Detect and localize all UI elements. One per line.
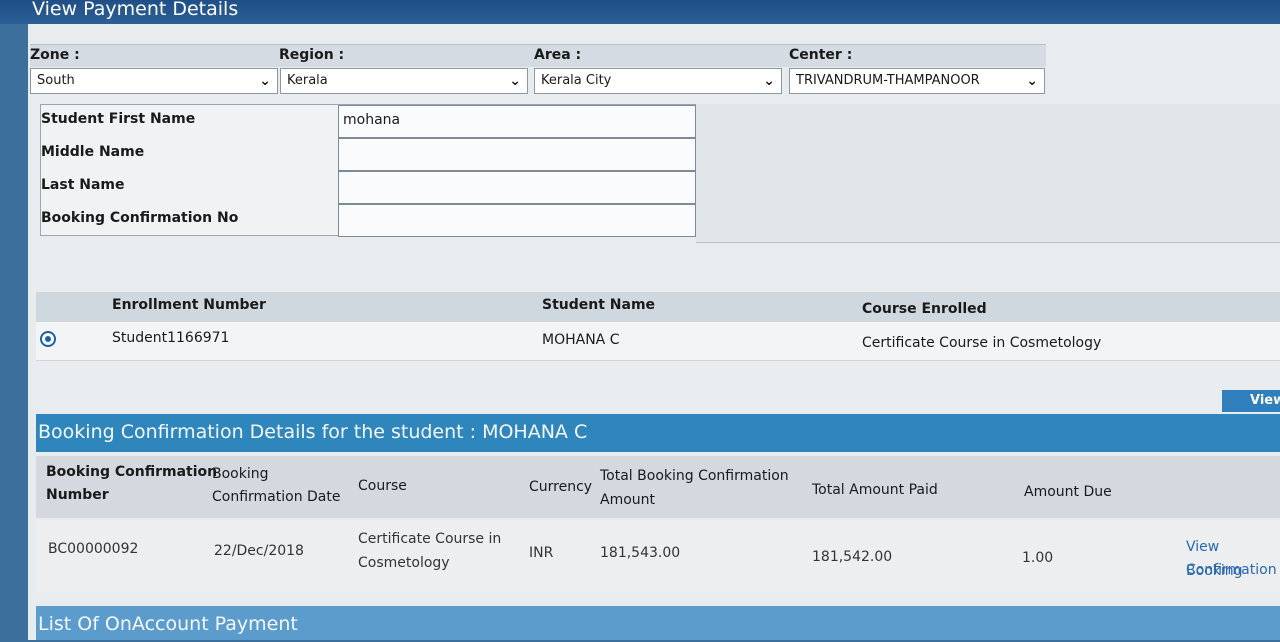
booking-table-header: Booking Confirmation Number Booking Conf… <box>36 456 1280 518</box>
search-area-background <box>696 104 1280 243</box>
view-button[interactable]: View <box>1222 390 1280 412</box>
table-row[interactable]: Student1166971 MOHANA C Certificate Cour… <box>36 322 1280 361</box>
page-title: View Payment Details <box>0 0 1280 24</box>
table-row: BC00000092 22/Dec/2018 Certificate Cours… <box>36 520 1280 592</box>
center-select[interactable]: TRIVANDRUM-THAMPANOOR ⌄ <box>789 68 1045 94</box>
zone-label: Zone : <box>30 47 80 63</box>
bc-currency: INR <box>529 545 554 561</box>
bc-course-l1: Certificate Course in <box>358 531 502 547</box>
middle-name-label: Middle Name <box>41 144 145 160</box>
chevron-down-icon: ⌄ <box>509 73 521 89</box>
enrollment-number: Student1166971 <box>112 330 230 346</box>
view-booking-link-l2[interactable]: Confirmation <box>1186 558 1277 582</box>
col-bc-number-l1: Booking Confirmation <box>46 464 218 480</box>
last-name-label: Last Name <box>41 177 125 193</box>
col-due: Amount Due <box>1024 484 1112 500</box>
region-select[interactable]: Kerala ⌄ <box>280 68 528 94</box>
area-label: Area : <box>534 47 582 63</box>
zone-select[interactable]: South ⌄ <box>30 68 278 94</box>
student-search-form: Student First Name mohana Middle Name La… <box>40 104 696 237</box>
bc-course-l2: Cosmetology <box>358 555 450 571</box>
bc-number: BC00000092 <box>48 541 139 557</box>
col-course-enrolled: Course Enrolled <box>862 301 987 317</box>
first-name-input[interactable]: mohana <box>338 105 696 138</box>
col-currency: Currency <box>529 479 593 495</box>
center-label: Center : <box>789 47 853 63</box>
filter-labels-row: Zone : Region : Area : Center : <box>30 44 1046 67</box>
booking-no-input[interactable] <box>338 204 696 237</box>
row-select-radio[interactable] <box>40 331 56 347</box>
col-course: Course <box>358 478 407 494</box>
col-student-name: Student Name <box>542 297 656 313</box>
course-enrolled: Certificate Course in Cosmetology <box>862 335 1102 351</box>
bc-total: 181,543.00 <box>600 545 681 561</box>
booking-no-label: Booking Confirmation No <box>41 210 239 226</box>
region-label: Region : <box>279 47 345 63</box>
zone-value: South <box>37 73 75 88</box>
col-total-l1: Total Booking Confirmation <box>600 468 789 484</box>
area-value: Kerala City <box>541 73 612 88</box>
bc-date: 22/Dec/2018 <box>214 543 304 559</box>
onaccount-section-title: List Of OnAccount Payment <box>36 606 1280 640</box>
student-name: MOHANA C <box>542 332 620 348</box>
bc-due: 1.00 <box>1022 550 1054 566</box>
bc-paid: 181,542.00 <box>812 549 893 565</box>
booking-section-title: Booking Confirmation Details for the stu… <box>36 414 1280 452</box>
chevron-down-icon: ⌄ <box>259 73 271 89</box>
col-bc-date-l2: Confirmation Date <box>212 489 341 505</box>
center-value: TRIVANDRUM-THAMPANOOR <box>796 73 980 88</box>
col-enrollment-number: Enrollment Number <box>112 297 266 313</box>
last-name-input[interactable] <box>338 171 696 204</box>
region-value: Kerala <box>287 73 328 88</box>
area-select[interactable]: Kerala City ⌄ <box>534 68 782 94</box>
chevron-down-icon: ⌄ <box>763 73 775 89</box>
col-paid: Total Amount Paid <box>812 482 938 498</box>
first-name-label: Student First Name <box>41 111 196 127</box>
chevron-down-icon: ⌄ <box>1026 73 1038 89</box>
col-total-l2: Amount <box>600 492 656 508</box>
col-bc-number-l2: Number <box>46 487 109 503</box>
enrollment-table-header: Enrollment Number Student Name Course En… <box>36 292 1280 322</box>
col-bc-date-l1: Booking <box>212 466 269 482</box>
middle-name-input[interactable] <box>338 138 696 171</box>
